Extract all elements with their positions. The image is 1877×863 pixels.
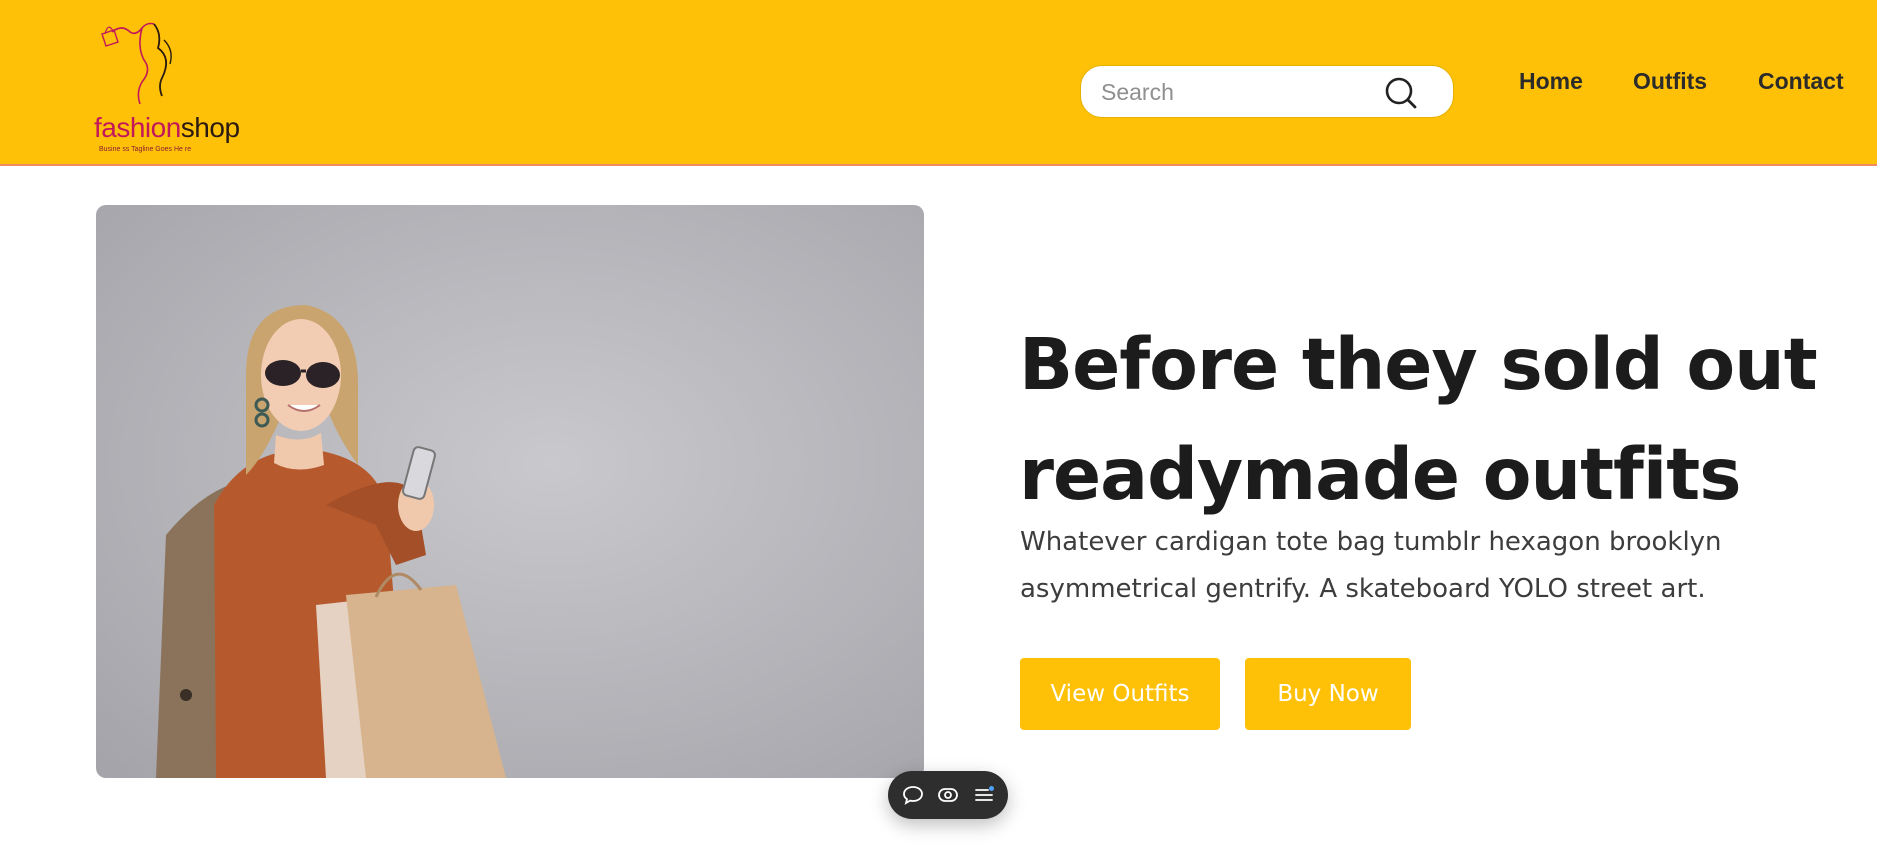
hero-image <box>96 205 924 778</box>
logo[interactable]: fashionshop Busine ss Tagline Goes He re <box>92 12 242 153</box>
description-line-2: asymmetrical gentrify. A skateboard YOLO… <box>1020 574 1706 604</box>
nav-home[interactable]: Home <box>1519 68 1583 95</box>
logo-text-fashion: fashion <box>94 112 181 143</box>
buy-now-button[interactable]: Buy Now <box>1245 658 1411 730</box>
logo-tagline: Busine ss Tagline Goes He re <box>99 146 192 153</box>
description-line-1: Whatever cardigan tote bag tumblr hexago… <box>1020 527 1722 557</box>
fashion-figure-icon <box>101 22 172 105</box>
menu-icon[interactable] <box>973 784 995 806</box>
hero-description: Whatever cardigan tote bag tumblr hexago… <box>1020 519 1760 613</box>
search-icon[interactable] <box>1382 74 1420 112</box>
search-input[interactable] <box>1101 76 1391 109</box>
nav-contact[interactable]: Contact <box>1758 68 1844 95</box>
view-outfits-button[interactable]: View Outfits <box>1020 658 1220 730</box>
floating-toolbar <box>888 771 1008 819</box>
headline-line-2: readymade outfits <box>1019 433 1741 516</box>
logo-text-shop: shop <box>180 112 240 143</box>
hero-headline: Before they sold out readymade outfits <box>1019 310 1819 530</box>
comment-icon[interactable] <box>902 784 924 806</box>
eye-icon[interactable] <box>937 784 959 806</box>
nav-outfits[interactable]: Outfits <box>1633 68 1707 95</box>
site-header: fashionshop Busine ss Tagline Goes He re… <box>0 0 1877 166</box>
search-box <box>1080 65 1454 118</box>
headline-line-1: Before they sold out <box>1019 323 1818 406</box>
logo-wordmark: fashionshop <box>94 112 240 144</box>
